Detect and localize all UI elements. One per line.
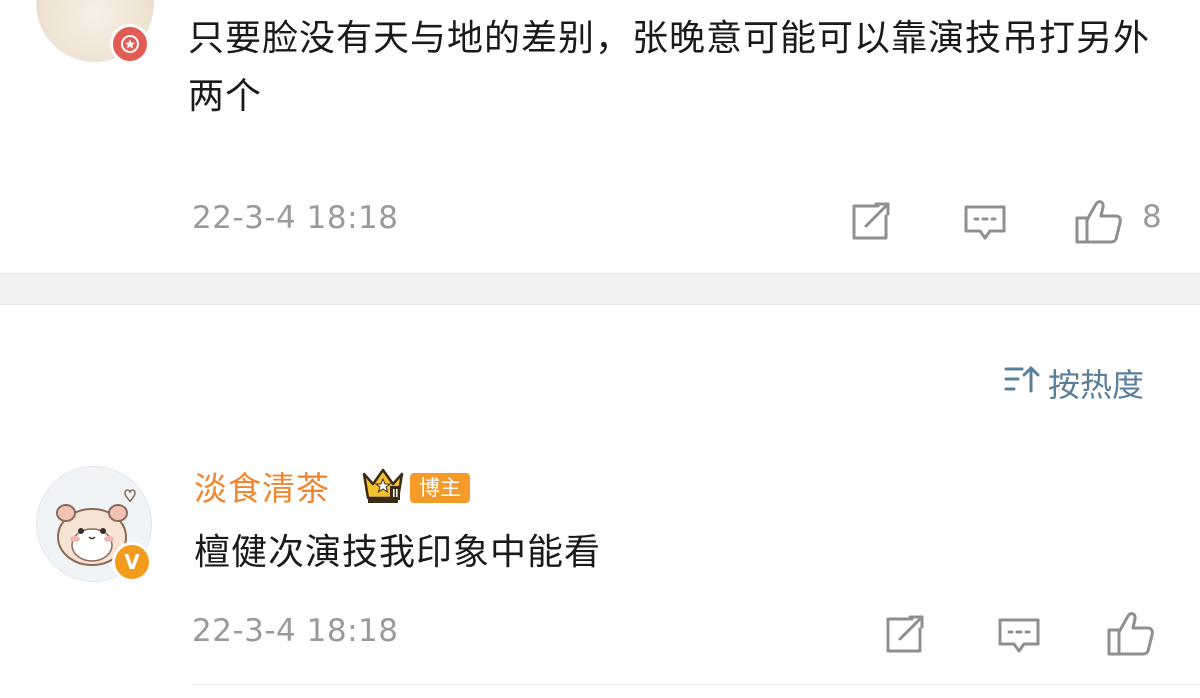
comment-divider-line xyxy=(192,684,1200,685)
share-icon[interactable] xyxy=(848,202,892,246)
blogger-tag: 博主 xyxy=(410,473,470,503)
sort-icon xyxy=(1004,364,1040,402)
comment-icon[interactable] xyxy=(962,203,1008,247)
comment-icon[interactable] xyxy=(996,616,1042,660)
sort-label: 按热度 xyxy=(1048,366,1145,404)
username[interactable]: 淡食清茶 xyxy=(194,462,330,510)
comment-text: 只要脸没有天与地的差别，张晚意可能可以靠演技吊打另外两个 xyxy=(188,18,1151,117)
crown-level-icon xyxy=(360,464,406,510)
like-count: 8 xyxy=(1142,199,1162,235)
sort-by-hot-button[interactable]: 按热度 xyxy=(1004,360,1144,406)
comment-timestamp: 22-3-4 18:18 xyxy=(192,200,399,236)
comment-text: 檀健次演技我印象中能看 xyxy=(194,532,602,573)
section-divider xyxy=(0,273,1200,305)
share-icon[interactable] xyxy=(882,615,926,659)
red-star-badge-icon xyxy=(110,24,150,64)
like-thumb-icon[interactable] xyxy=(1106,610,1156,662)
like-thumb-icon[interactable] xyxy=(1074,198,1124,250)
comment-timestamp: 22-3-4 18:18 xyxy=(192,613,399,649)
verified-v-badge: V xyxy=(112,542,152,582)
